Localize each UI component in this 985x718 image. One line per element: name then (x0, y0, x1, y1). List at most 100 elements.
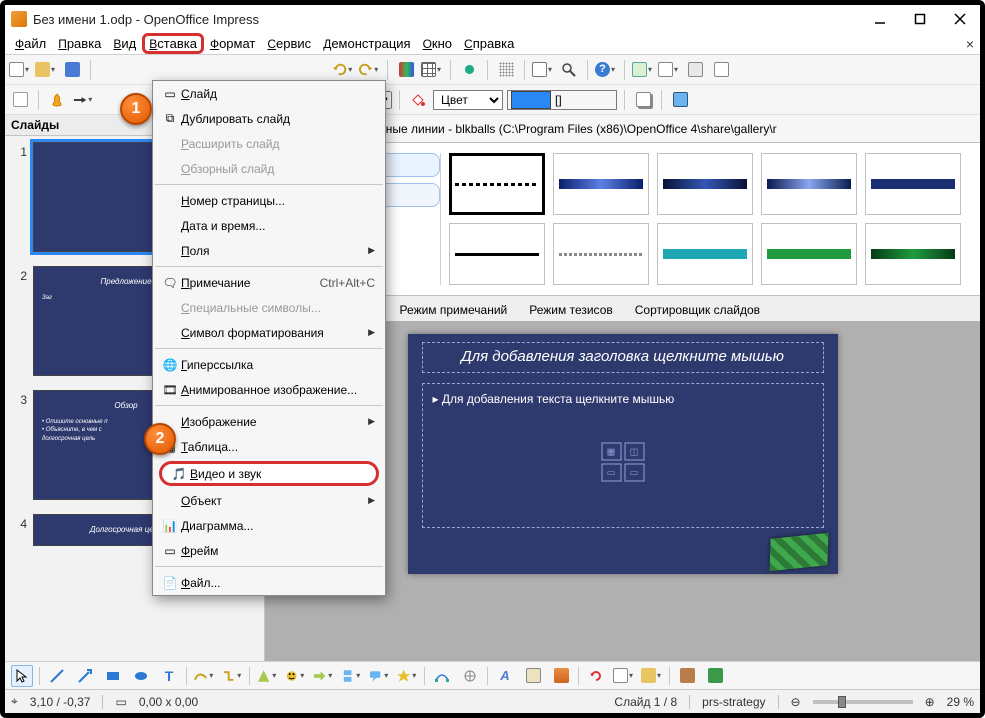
menu-item--[interactable]: ▭Фрейм (153, 538, 385, 563)
presentation-button[interactable]: ▾ (532, 59, 554, 81)
grid-icon[interactable] (495, 59, 517, 81)
menu-item--[interactable]: Изображение▶ (153, 409, 385, 434)
menu-item--[interactable]: 🎵Видео и звук (159, 461, 379, 486)
shadow-icon[interactable] (632, 89, 654, 111)
glue-icon[interactable] (459, 665, 481, 687)
view-tab[interactable]: Режим тезисов (518, 298, 624, 321)
menu-item--[interactable]: 📊Диаграмма... (153, 513, 385, 538)
zoom-slider[interactable] (813, 700, 913, 704)
rect-tool-icon[interactable] (102, 665, 124, 687)
menu-item--[interactable]: Дата и время... (153, 213, 385, 238)
rotate-icon[interactable] (585, 665, 607, 687)
pointer-tool-icon[interactable] (11, 665, 33, 687)
new-doc-button[interactable]: ▾ (9, 59, 31, 81)
symbol-shapes-icon[interactable]: ▾ (284, 665, 306, 687)
slide-show-button[interactable] (710, 59, 732, 81)
insert-slide-button[interactable]: ▾ (632, 59, 654, 81)
stars-icon[interactable]: ▾ (396, 665, 418, 687)
gallery-icon[interactable] (550, 665, 572, 687)
arrow-tool-icon[interactable] (74, 665, 96, 687)
zoom-icon[interactable] (558, 59, 580, 81)
help-button[interactable]: ?▾ (595, 59, 617, 81)
menu-item--[interactable]: 🗨ПримечаниеCtrl+Alt+C (153, 270, 385, 295)
ellipse-tool-icon[interactable] (130, 665, 152, 687)
menu-item--[interactable]: Символ форматирования▶ (153, 320, 385, 345)
save-button[interactable] (61, 59, 83, 81)
undo-button[interactable]: ▾ (332, 59, 354, 81)
line-end-icon[interactable]: ▾ (72, 89, 94, 111)
interaction-icon[interactable] (704, 665, 726, 687)
redo-button[interactable]: ▾ (358, 59, 380, 81)
basic-shapes-icon[interactable]: ▾ (256, 665, 278, 687)
insert-movie-icon[interactable]: ▭ (624, 464, 644, 482)
gallery-item[interactable] (553, 153, 649, 215)
menu-item--[interactable]: ▭Слайд (153, 81, 385, 106)
slide-design-button[interactable] (684, 59, 706, 81)
insert-table-icon[interactable]: ▦ (601, 443, 621, 461)
gallery-item[interactable] (865, 153, 961, 215)
gallery-item[interactable] (761, 223, 857, 285)
content-layout-icons[interactable]: ▦ ◫ ▭ ▭ (601, 443, 644, 482)
menu-item--[interactable]: 📄Файл... (153, 570, 385, 595)
menu-item--[interactable]: ▦Таблица... (153, 434, 385, 459)
bullets-icon[interactable] (458, 59, 480, 81)
chart-button[interactable] (395, 59, 417, 81)
block-arrows-icon[interactable]: ▾ (312, 665, 334, 687)
menu-item--[interactable]: 🎞Анимированное изображение... (153, 377, 385, 402)
menu-формат[interactable]: Формат (204, 34, 261, 53)
menu-item--[interactable]: Поля▶ (153, 238, 385, 263)
fontwork-icon[interactable]: A (494, 665, 516, 687)
gallery-item[interactable] (449, 223, 545, 285)
view-tab[interactable]: Режим примечаний (389, 298, 519, 321)
line-tool-icon[interactable] (46, 665, 68, 687)
menu-item--[interactable]: 🌐Гиперссылка (153, 352, 385, 377)
fill-type-select[interactable]: Цвет (433, 90, 503, 110)
fill-bucket-icon[interactable] (407, 89, 429, 111)
arrange-icon[interactable]: ▾ (641, 665, 663, 687)
gallery-item[interactable] (657, 153, 753, 215)
insert-chart-icon[interactable]: ◫ (624, 443, 644, 461)
menu-вставка[interactable]: Вставка (142, 33, 204, 54)
extrude-icon[interactable] (676, 665, 698, 687)
zoom-in-icon[interactable]: ⊕ (925, 695, 935, 709)
doc-close-button[interactable]: × (966, 36, 974, 52)
gallery-item[interactable] (449, 153, 545, 215)
fill-color-chip[interactable] (511, 91, 551, 109)
gallery-item[interactable] (657, 223, 753, 285)
zoom-out-icon[interactable]: ⊖ (791, 695, 801, 709)
gallery-item[interactable] (553, 223, 649, 285)
maximize-button[interactable] (900, 5, 940, 33)
open-button[interactable]: ▾ (35, 59, 57, 81)
menu-демонстрация[interactable]: Демонстрация (317, 34, 416, 53)
table-button[interactable]: ▾ (421, 59, 443, 81)
insert-image-icon[interactable]: ▭ (601, 464, 621, 482)
text-tool-icon[interactable]: T (158, 665, 180, 687)
menu-вид[interactable]: Вид (107, 34, 142, 53)
menu-сервис[interactable]: Сервис (261, 34, 317, 53)
view-tab[interactable]: Сортировщик слайдов (624, 298, 771, 321)
points-icon[interactable] (431, 665, 453, 687)
menu-правка[interactable]: Правка (52, 34, 107, 53)
layout-panel-icon[interactable] (9, 89, 31, 111)
flame-icon[interactable] (46, 89, 68, 111)
menu-item--[interactable]: ⧉Дублировать слайд (153, 106, 385, 131)
curve-tool-icon[interactable]: ▾ (193, 665, 215, 687)
menu-окно[interactable]: Окно (417, 34, 458, 53)
close-button[interactable] (940, 5, 980, 33)
menu-item--[interactable]: Объект▶ (153, 488, 385, 513)
minimize-button[interactable] (860, 5, 900, 33)
gallery-item[interactable] (761, 153, 857, 215)
menu-справка[interactable]: Справка (458, 34, 520, 53)
from-file-icon[interactable] (522, 665, 544, 687)
align-icon[interactable]: ▾ (613, 665, 635, 687)
menu-item--[interactable]: Номер страницы... (153, 188, 385, 213)
slide-canvas[interactable]: Для добавления заголовка щелкните мышью … (408, 334, 838, 574)
body-placeholder[interactable]: ▸ Для добавления текста щелкните мышью ▦… (422, 383, 824, 528)
callout-icon[interactable]: ▾ (368, 665, 390, 687)
flowchart-icon[interactable]: ▾ (340, 665, 362, 687)
title-placeholder[interactable]: Для добавления заголовка щелкните мышью (422, 342, 824, 373)
gallery-item[interactable] (865, 223, 961, 285)
menu-файл[interactable]: Файл (9, 34, 52, 53)
slide-layout-button[interactable]: ▾ (658, 59, 680, 81)
connector-tool-icon[interactable]: ▾ (221, 665, 243, 687)
